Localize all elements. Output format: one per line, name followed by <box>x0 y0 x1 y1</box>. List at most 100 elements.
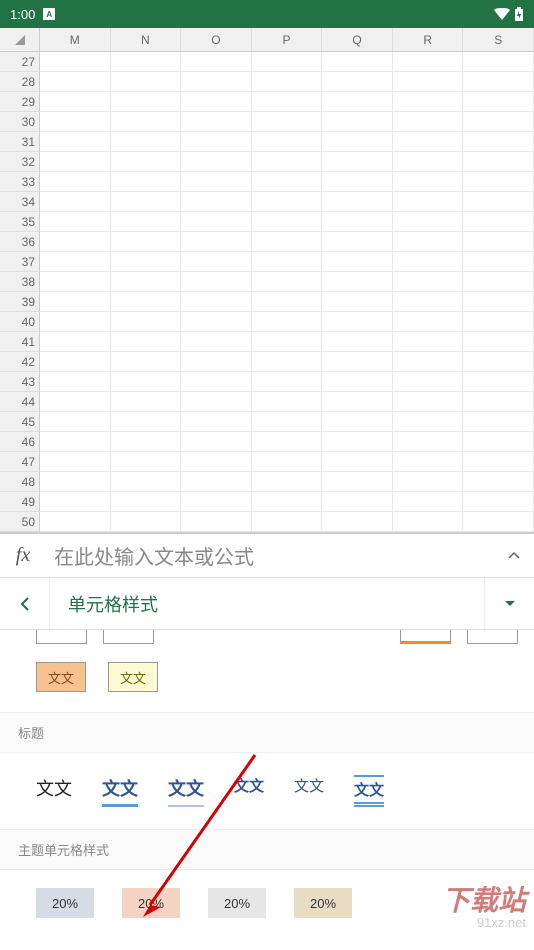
cell[interactable] <box>463 312 534 332</box>
panel-dropdown-icon[interactable] <box>484 578 534 629</box>
cell[interactable] <box>252 172 323 192</box>
cell[interactable] <box>463 112 534 132</box>
select-all-corner[interactable] <box>0 28 40 51</box>
column-header[interactable]: N <box>111 28 182 51</box>
cell[interactable] <box>393 152 464 172</box>
cell[interactable] <box>181 452 252 472</box>
cell[interactable] <box>322 272 393 292</box>
cell[interactable] <box>111 232 182 252</box>
cell[interactable] <box>181 332 252 352</box>
cell[interactable] <box>181 492 252 512</box>
column-header[interactable]: Q <box>322 28 393 51</box>
cell[interactable] <box>111 252 182 272</box>
cell[interactable] <box>463 392 534 412</box>
cell[interactable] <box>111 212 182 232</box>
cell[interactable] <box>40 152 111 172</box>
cell[interactable] <box>393 212 464 232</box>
cell[interactable] <box>40 372 111 392</box>
cell[interactable] <box>111 492 182 512</box>
cell[interactable] <box>322 492 393 512</box>
cell[interactable] <box>252 72 323 92</box>
cell[interactable] <box>40 412 111 432</box>
row-header[interactable]: 43 <box>0 372 40 392</box>
cell[interactable] <box>40 512 111 532</box>
cell[interactable] <box>393 392 464 412</box>
cell[interactable] <box>252 452 323 472</box>
row-header[interactable]: 39 <box>0 292 40 312</box>
cell[interactable] <box>40 392 111 412</box>
row-header[interactable]: 41 <box>0 332 40 352</box>
cell[interactable] <box>393 92 464 112</box>
title-style-6[interactable]: 文文 <box>354 775 384 807</box>
cell[interactable] <box>463 152 534 172</box>
cell[interactable] <box>40 292 111 312</box>
cell[interactable] <box>463 192 534 212</box>
cell[interactable] <box>181 352 252 372</box>
cell[interactable] <box>111 432 182 452</box>
cell[interactable] <box>463 212 534 232</box>
cell[interactable] <box>322 472 393 492</box>
row-header[interactable]: 28 <box>0 72 40 92</box>
row-header[interactable]: 42 <box>0 352 40 372</box>
cell[interactable] <box>111 52 182 72</box>
cell[interactable] <box>393 412 464 432</box>
cell[interactable] <box>322 192 393 212</box>
formula-input[interactable]: 在此处输入文本或公式 <box>46 541 494 570</box>
cell[interactable] <box>111 192 182 212</box>
cell[interactable] <box>322 512 393 532</box>
column-header[interactable]: M <box>40 28 111 51</box>
row-header[interactable]: 49 <box>0 492 40 512</box>
cell[interactable] <box>252 512 323 532</box>
cell[interactable] <box>322 412 393 432</box>
cell[interactable] <box>111 472 182 492</box>
cell[interactable] <box>252 372 323 392</box>
theme-style-2[interactable]: 20% <box>122 888 180 918</box>
cell[interactable] <box>40 72 111 92</box>
cell[interactable] <box>40 432 111 452</box>
cell[interactable] <box>322 432 393 452</box>
cell[interactable] <box>252 332 323 352</box>
cell[interactable] <box>111 92 182 112</box>
theme-style-1[interactable]: 20% <box>36 888 94 918</box>
cell[interactable] <box>252 392 323 412</box>
cell[interactable] <box>463 92 534 112</box>
cell[interactable] <box>111 132 182 152</box>
cell[interactable] <box>181 412 252 432</box>
row-header[interactable]: 27 <box>0 52 40 72</box>
cell[interactable] <box>181 272 252 292</box>
column-header[interactable]: S <box>463 28 534 51</box>
cell[interactable] <box>40 132 111 152</box>
cell[interactable] <box>40 332 111 352</box>
row-header[interactable]: 48 <box>0 472 40 492</box>
cell[interactable] <box>463 372 534 392</box>
cell[interactable] <box>111 152 182 172</box>
cell[interactable] <box>181 432 252 452</box>
row-header[interactable]: 46 <box>0 432 40 452</box>
cell[interactable] <box>252 112 323 132</box>
cell[interactable] <box>181 472 252 492</box>
cell[interactable] <box>393 232 464 252</box>
cell[interactable] <box>111 292 182 312</box>
row-header[interactable]: 45 <box>0 412 40 432</box>
cell[interactable] <box>393 192 464 212</box>
cell[interactable] <box>252 432 323 452</box>
cell[interactable] <box>393 432 464 452</box>
cell[interactable] <box>40 212 111 232</box>
cell[interactable] <box>40 492 111 512</box>
cell[interactable] <box>40 112 111 132</box>
cell[interactable] <box>111 272 182 292</box>
cell[interactable] <box>463 252 534 272</box>
cell[interactable] <box>463 412 534 432</box>
cell[interactable] <box>111 412 182 432</box>
cell[interactable] <box>181 292 252 312</box>
cell[interactable] <box>181 112 252 132</box>
cell[interactable] <box>322 92 393 112</box>
style-preview-partial[interactable] <box>103 630 154 644</box>
cell[interactable] <box>111 332 182 352</box>
cell[interactable] <box>40 352 111 372</box>
cell[interactable] <box>111 172 182 192</box>
cell[interactable] <box>111 72 182 92</box>
cell[interactable] <box>463 272 534 292</box>
cell[interactable] <box>322 152 393 172</box>
cell[interactable] <box>393 72 464 92</box>
